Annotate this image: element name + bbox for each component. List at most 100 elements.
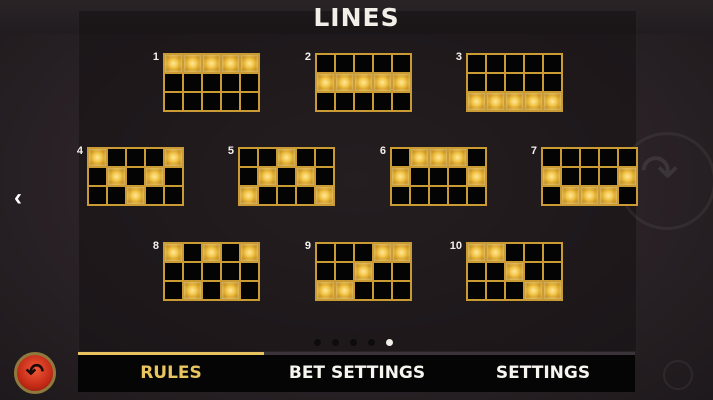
- empty-cell: [486, 262, 505, 281]
- page-dot[interactable]: [368, 339, 375, 346]
- empty-cell: [240, 281, 259, 300]
- gold-symbol-cell: [467, 243, 486, 262]
- gold-symbol-cell: [277, 148, 296, 167]
- empty-cell: [392, 262, 411, 281]
- empty-cell: [505, 54, 524, 73]
- empty-cell: [373, 92, 392, 111]
- empty-cell: [618, 186, 637, 205]
- empty-cell: [505, 73, 524, 92]
- gold-symbol-cell: [392, 73, 411, 92]
- empty-cell: [618, 148, 637, 167]
- tab-settings[interactable]: SETTINGS: [450, 354, 636, 392]
- chevron-left-icon[interactable]: ‹: [14, 186, 34, 210]
- payline-number: 9: [304, 240, 311, 252]
- gold-symbol-cell: [202, 243, 221, 262]
- gold-symbol-cell: [183, 281, 202, 300]
- payline-number: 3: [455, 51, 462, 63]
- gold-symbol-cell: [221, 54, 240, 73]
- gold-symbol-cell: [183, 54, 202, 73]
- page-indicator: [314, 339, 393, 346]
- empty-cell: [599, 148, 618, 167]
- empty-cell: [542, 186, 561, 205]
- gold-symbol-cell: [335, 281, 354, 300]
- page-dot[interactable]: [332, 339, 339, 346]
- tab-rules[interactable]: RULES: [78, 354, 264, 392]
- empty-cell: [335, 243, 354, 262]
- empty-cell: [543, 243, 562, 262]
- empty-cell: [392, 281, 411, 300]
- gold-symbol-cell: [618, 167, 637, 186]
- curved-arrow-icon[interactable]: ↷: [640, 148, 679, 194]
- gold-symbol-cell: [164, 148, 183, 167]
- empty-cell: [258, 186, 277, 205]
- empty-cell: [543, 73, 562, 92]
- gold-symbol-cell: [240, 243, 259, 262]
- gold-symbol-cell: [258, 167, 277, 186]
- undo-arrow-icon: ↶: [25, 359, 45, 384]
- gold-symbol-cell: [202, 54, 221, 73]
- empty-cell: [335, 54, 354, 73]
- empty-cell: [354, 92, 373, 111]
- payline-diagram: [87, 147, 184, 206]
- payline-diagram: [238, 147, 335, 206]
- empty-cell: [505, 281, 524, 300]
- page-dot[interactable]: [386, 339, 393, 346]
- empty-cell: [354, 243, 373, 262]
- empty-cell: [542, 148, 561, 167]
- empty-cell: [183, 92, 202, 111]
- empty-cell: [277, 167, 296, 186]
- page-dot[interactable]: [350, 339, 357, 346]
- gold-symbol-cell: [315, 186, 334, 205]
- empty-cell: [315, 167, 334, 186]
- empty-cell: [467, 148, 486, 167]
- gold-symbol-cell: [543, 281, 562, 300]
- empty-cell: [354, 281, 373, 300]
- empty-cell: [429, 186, 448, 205]
- empty-cell: [240, 73, 259, 92]
- empty-cell: [164, 92, 183, 111]
- empty-cell: [88, 186, 107, 205]
- gold-symbol-cell: [467, 92, 486, 111]
- empty-cell: [486, 54, 505, 73]
- empty-cell: [316, 92, 335, 111]
- gold-symbol-cell: [429, 148, 448, 167]
- empty-cell: [239, 167, 258, 186]
- empty-cell: [239, 148, 258, 167]
- empty-cell: [429, 167, 448, 186]
- empty-cell: [316, 54, 335, 73]
- payline-number: 1: [152, 51, 159, 63]
- payline-diagram: [466, 242, 563, 301]
- payline-number: 2: [304, 51, 311, 63]
- empty-cell: [543, 262, 562, 281]
- gold-symbol-cell: [316, 73, 335, 92]
- empty-cell: [202, 73, 221, 92]
- gold-symbol-cell: [448, 148, 467, 167]
- empty-cell: [354, 54, 373, 73]
- payline-number: 4: [76, 145, 83, 157]
- gold-symbol-cell: [410, 148, 429, 167]
- payline-diagram: [315, 242, 412, 301]
- ghost-corner-button: [663, 360, 693, 390]
- payline-number: 10: [449, 240, 462, 252]
- gold-symbol-cell: [543, 92, 562, 111]
- gold-symbol-cell: [524, 281, 543, 300]
- gold-symbol-cell: [354, 262, 373, 281]
- empty-cell: [580, 148, 599, 167]
- empty-cell: [599, 167, 618, 186]
- empty-cell: [373, 262, 392, 281]
- empty-cell: [467, 73, 486, 92]
- empty-cell: [524, 262, 543, 281]
- empty-cell: [126, 148, 145, 167]
- empty-cell: [145, 148, 164, 167]
- gold-symbol-cell: [164, 54, 183, 73]
- empty-cell: [221, 73, 240, 92]
- empty-cell: [164, 73, 183, 92]
- back-button[interactable]: ↶: [14, 352, 56, 394]
- empty-cell: [221, 92, 240, 111]
- empty-cell: [467, 54, 486, 73]
- page-dot[interactable]: [314, 339, 321, 346]
- payline-diagram: [466, 53, 563, 112]
- payline-diagram: [163, 242, 260, 301]
- empty-cell: [296, 186, 315, 205]
- tab-bet-settings[interactable]: BET SETTINGS: [264, 354, 450, 392]
